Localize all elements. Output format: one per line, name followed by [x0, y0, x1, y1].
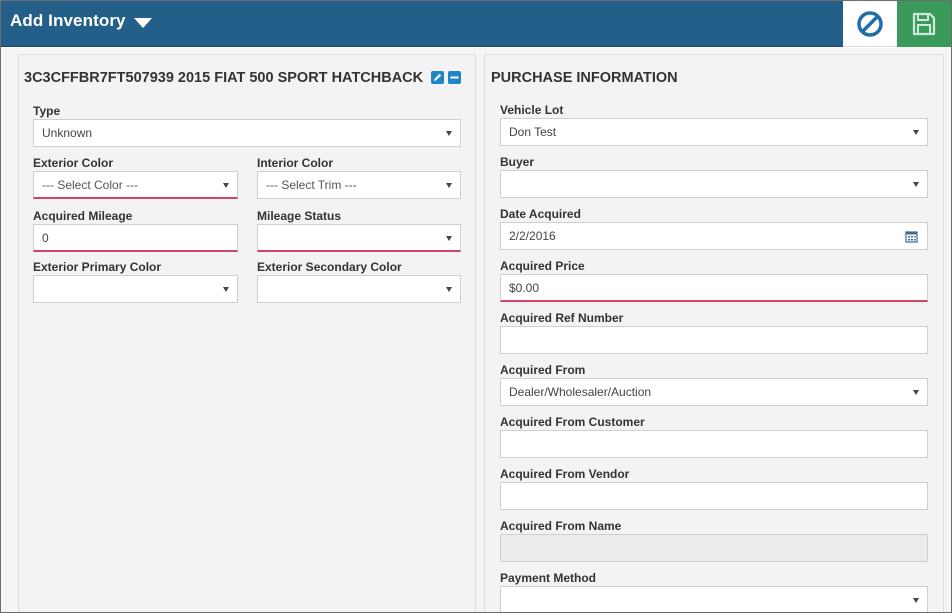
mileage-status-select[interactable] [257, 224, 461, 252]
exterior-color-label: Exterior Color [33, 156, 114, 170]
purchase-section-title: PURCHASE INFORMATION [491, 70, 678, 86]
cancel-button[interactable] [843, 1, 897, 47]
vehicle-panel: 3C3CFFBR7FT507939 2015 FIAT 500 SPORT HA… [18, 54, 476, 612]
chevron-down-icon [913, 182, 919, 187]
vehicle-lot-value: Don Test [509, 125, 557, 139]
date-acquired-input[interactable]: 2/2/2016 [500, 222, 928, 250]
acquired-from-customer-input[interactable] [500, 430, 928, 458]
chevron-down-icon [223, 287, 229, 292]
exterior-primary-color-label: Exterior Primary Color [33, 260, 162, 274]
vehicle-lot-select[interactable]: Don Test [500, 118, 928, 146]
exterior-color-select[interactable]: --- Select Color --- [33, 171, 238, 199]
caret-down-icon [133, 17, 152, 28]
interior-color-select[interactable]: --- Select Trim --- [257, 171, 461, 199]
payment-method-select[interactable] [500, 586, 928, 612]
interior-color-label: Interior Color [257, 156, 334, 170]
ban-icon [857, 10, 883, 37]
exterior-color-value: --- Select Color --- [42, 177, 139, 192]
chevron-down-icon [446, 287, 452, 292]
acquired-from-value: Dealer/Wholesaler/Auction [509, 385, 652, 399]
acquired-mileage-value: 0 [42, 230, 49, 245]
acquired-ref-number-input[interactable] [500, 326, 928, 354]
date-acquired-value: 2/2/2016 [509, 229, 556, 243]
content-area: 3C3CFFBR7FT507939 2015 FIAT 500 SPORT HA… [1, 48, 951, 612]
acquired-mileage-label: Acquired Mileage [33, 209, 133, 223]
page-title: Add Inventory [10, 11, 126, 30]
chevron-down-icon [913, 598, 919, 603]
interior-color-value: --- Select Trim --- [266, 178, 357, 192]
acquired-from-customer-label: Acquired From Customer [500, 415, 645, 429]
calendar-icon[interactable] [905, 230, 918, 243]
acquired-ref-number-label: Acquired Ref Number [500, 311, 624, 325]
purchase-panel: PURCHASE INFORMATION Vehicle Lot Don Tes… [484, 54, 944, 612]
exterior-secondary-color-label: Exterior Secondary Color [257, 260, 402, 274]
acquired-from-select[interactable]: Dealer/Wholesaler/Auction [500, 378, 928, 406]
chevron-down-icon [223, 183, 229, 188]
save-button[interactable] [897, 1, 951, 47]
type-label: Type [33, 104, 61, 118]
acquired-price-value: $0.00 [509, 280, 540, 295]
acquired-from-label: Acquired From [500, 363, 586, 377]
acquired-from-name-input [500, 534, 928, 562]
pencil-icon[interactable] [431, 71, 444, 84]
buyer-label: Buyer [500, 155, 535, 169]
acquired-mileage-input[interactable]: 0 [33, 224, 238, 252]
acquired-price-input[interactable]: $0.00 [500, 274, 928, 302]
type-select[interactable]: Unknown [33, 119, 461, 147]
minus-icon[interactable] [448, 71, 461, 84]
payment-method-label: Payment Method [500, 571, 597, 585]
chevron-down-icon [446, 131, 452, 136]
date-acquired-label: Date Acquired [500, 207, 581, 221]
acquired-from-vendor-input[interactable] [500, 482, 928, 510]
chevron-down-icon [446, 183, 452, 188]
exterior-secondary-color-select[interactable] [257, 275, 461, 303]
app-title-menu[interactable]: Add Inventory [10, 11, 152, 31]
floppy-disk-icon [912, 12, 936, 36]
acquired-from-vendor-label: Acquired From Vendor [500, 467, 630, 481]
top-bar: Add Inventory [1, 1, 951, 47]
vehicle-title: 3C3CFFBR7FT507939 2015 FIAT 500 SPORT HA… [24, 70, 424, 86]
type-value: Unknown [42, 126, 93, 140]
chevron-down-icon [446, 236, 452, 241]
buyer-select[interactable] [500, 170, 928, 198]
add-inventory-window: Add Inventory 3C3CFFBR7FT507939 2015 FIA… [0, 0, 952, 613]
mileage-status-label: Mileage Status [257, 209, 342, 223]
acquired-price-label: Acquired Price [500, 259, 585, 273]
exterior-primary-color-select[interactable] [33, 275, 238, 303]
chevron-down-icon [913, 390, 919, 395]
vehicle-lot-label: Vehicle Lot [500, 103, 564, 117]
chevron-down-icon [913, 130, 919, 135]
acquired-from-name-label: Acquired From Name [500, 519, 622, 533]
